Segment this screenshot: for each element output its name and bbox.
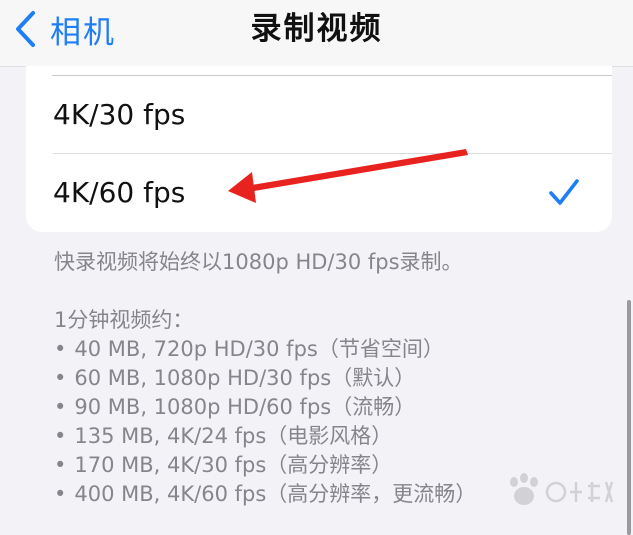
quick-take-footnote: 快录视频将始终以1080p HD/30 fps录制。 — [54, 250, 463, 274]
file-size-item: 170 MB, 4K/30 fps（高分辨率） — [54, 451, 476, 480]
file-size-item: 135 MB, 4K/24 fps（电影风格） — [54, 422, 476, 451]
option-label: 4K/60 fps — [53, 176, 186, 209]
option-4k-60fps[interactable]: 4K/60 fps — [26, 154, 612, 232]
page-title: 录制视频 — [250, 11, 383, 47]
file-size-item: 90 MB, 1080p HD/60 fps（流畅） — [54, 393, 476, 422]
option-label: 4K/30 fps — [53, 98, 186, 131]
navigation-bar: 相机 录制视频 — [0, 0, 633, 67]
checkmark-icon — [548, 178, 580, 210]
format-option-group: 4K/30 fps 4K/60 fps — [26, 66, 612, 232]
baidu-paw-watermark — [510, 473, 614, 505]
file-size-heading: 1分钟视频约： — [54, 308, 194, 332]
file-size-item: 60 MB, 1080p HD/30 fps（默认） — [54, 364, 476, 393]
option-4k-30fps[interactable]: 4K/30 fps — [26, 76, 612, 154]
scroll-indicator[interactable] — [627, 300, 631, 535]
file-size-info: 1分钟视频约： 40 MB, 720p HD/30 fps（节省空间） 60 M… — [54, 306, 476, 509]
file-size-item: 40 MB, 720p HD/30 fps（节省空间） — [54, 335, 476, 364]
file-size-item: 400 MB, 4K/60 fps（高分辨率，更流畅） — [54, 480, 476, 509]
